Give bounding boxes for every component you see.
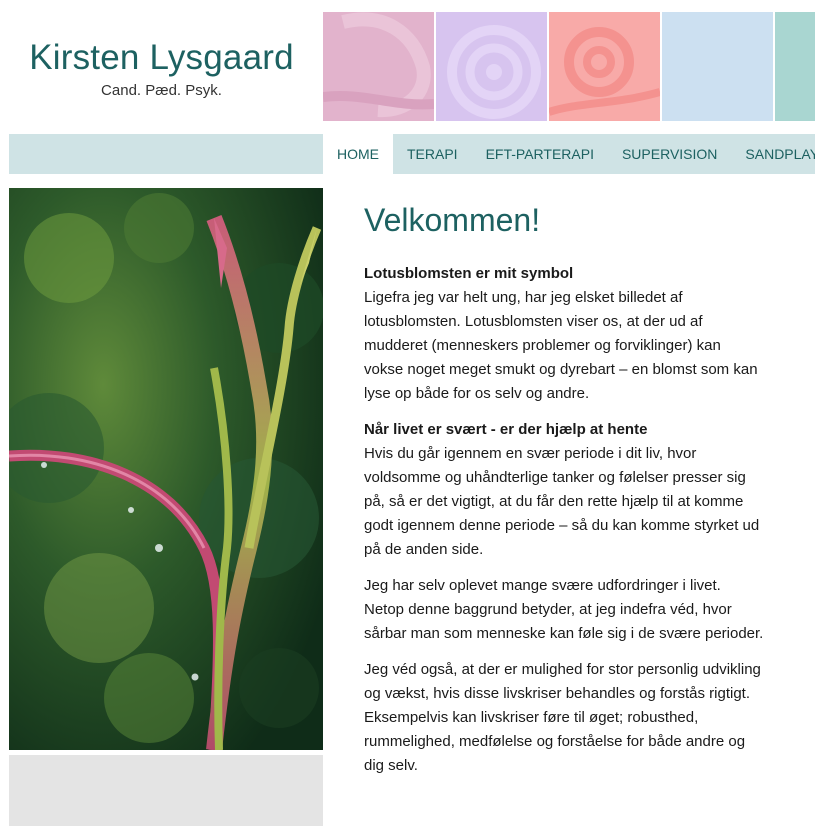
nav-item-terapi[interactable]: TERAPI — [393, 134, 472, 174]
main-navigation: HOME TERAPI EFT-PARTERAPI SUPERVISION SA… — [9, 134, 815, 174]
content-paragraph-experience: Jeg har selv oplevet mange svære udfordr… — [364, 577, 764, 642]
banner-tile-pink — [323, 12, 434, 121]
page-heading: Velkommen! — [364, 202, 541, 238]
site-subtitle: Cand. Pæd. Psyk. — [101, 82, 222, 99]
nav-item-eft-parterapi[interactable]: EFT-PARTERAPI — [472, 134, 608, 174]
nav-item-supervision[interactable]: SUPERVISION — [608, 134, 731, 174]
content-paragraph-growth: Jeg véd også, at der er mulighed for sto… — [364, 661, 761, 774]
content-section-help: Når livet er svært - er der hjælp at hen… — [364, 418, 764, 562]
nav-item-sandplay[interactable]: SANDPLAY — [731, 134, 815, 174]
banner-tile-teal — [775, 12, 815, 121]
nav-item-home[interactable]: HOME — [323, 134, 393, 174]
section-text-lotus: Ligefra jeg var helt ung, har jeg elsket… — [364, 289, 758, 402]
section-text-help: Hvis du går igennem en svær periode i di… — [364, 445, 760, 558]
banner-tile-blue — [662, 12, 773, 121]
banner-tile-salmon — [549, 12, 660, 121]
section-title-lotus: Lotusblomsten er mit symbol — [364, 265, 574, 282]
sidebar-panel — [9, 755, 323, 826]
banner-tile-lilac — [436, 12, 547, 121]
content-section-lotus: Lotusblomsten er mit symbol Ligefra jeg … — [364, 262, 764, 406]
lotus-stem-photo — [9, 188, 323, 750]
section-title-help: Når livet er svært - er der hjælp at hen… — [364, 421, 648, 438]
header-banner — [323, 12, 815, 121]
site-logo[interactable]: Kirsten Lysgaard Cand. Pæd. Psyk. — [0, 0, 323, 128]
site-name: Kirsten Lysgaard — [29, 38, 294, 77]
main-content: Velkommen! Lotusblomsten er mit symbol L… — [364, 200, 764, 790]
